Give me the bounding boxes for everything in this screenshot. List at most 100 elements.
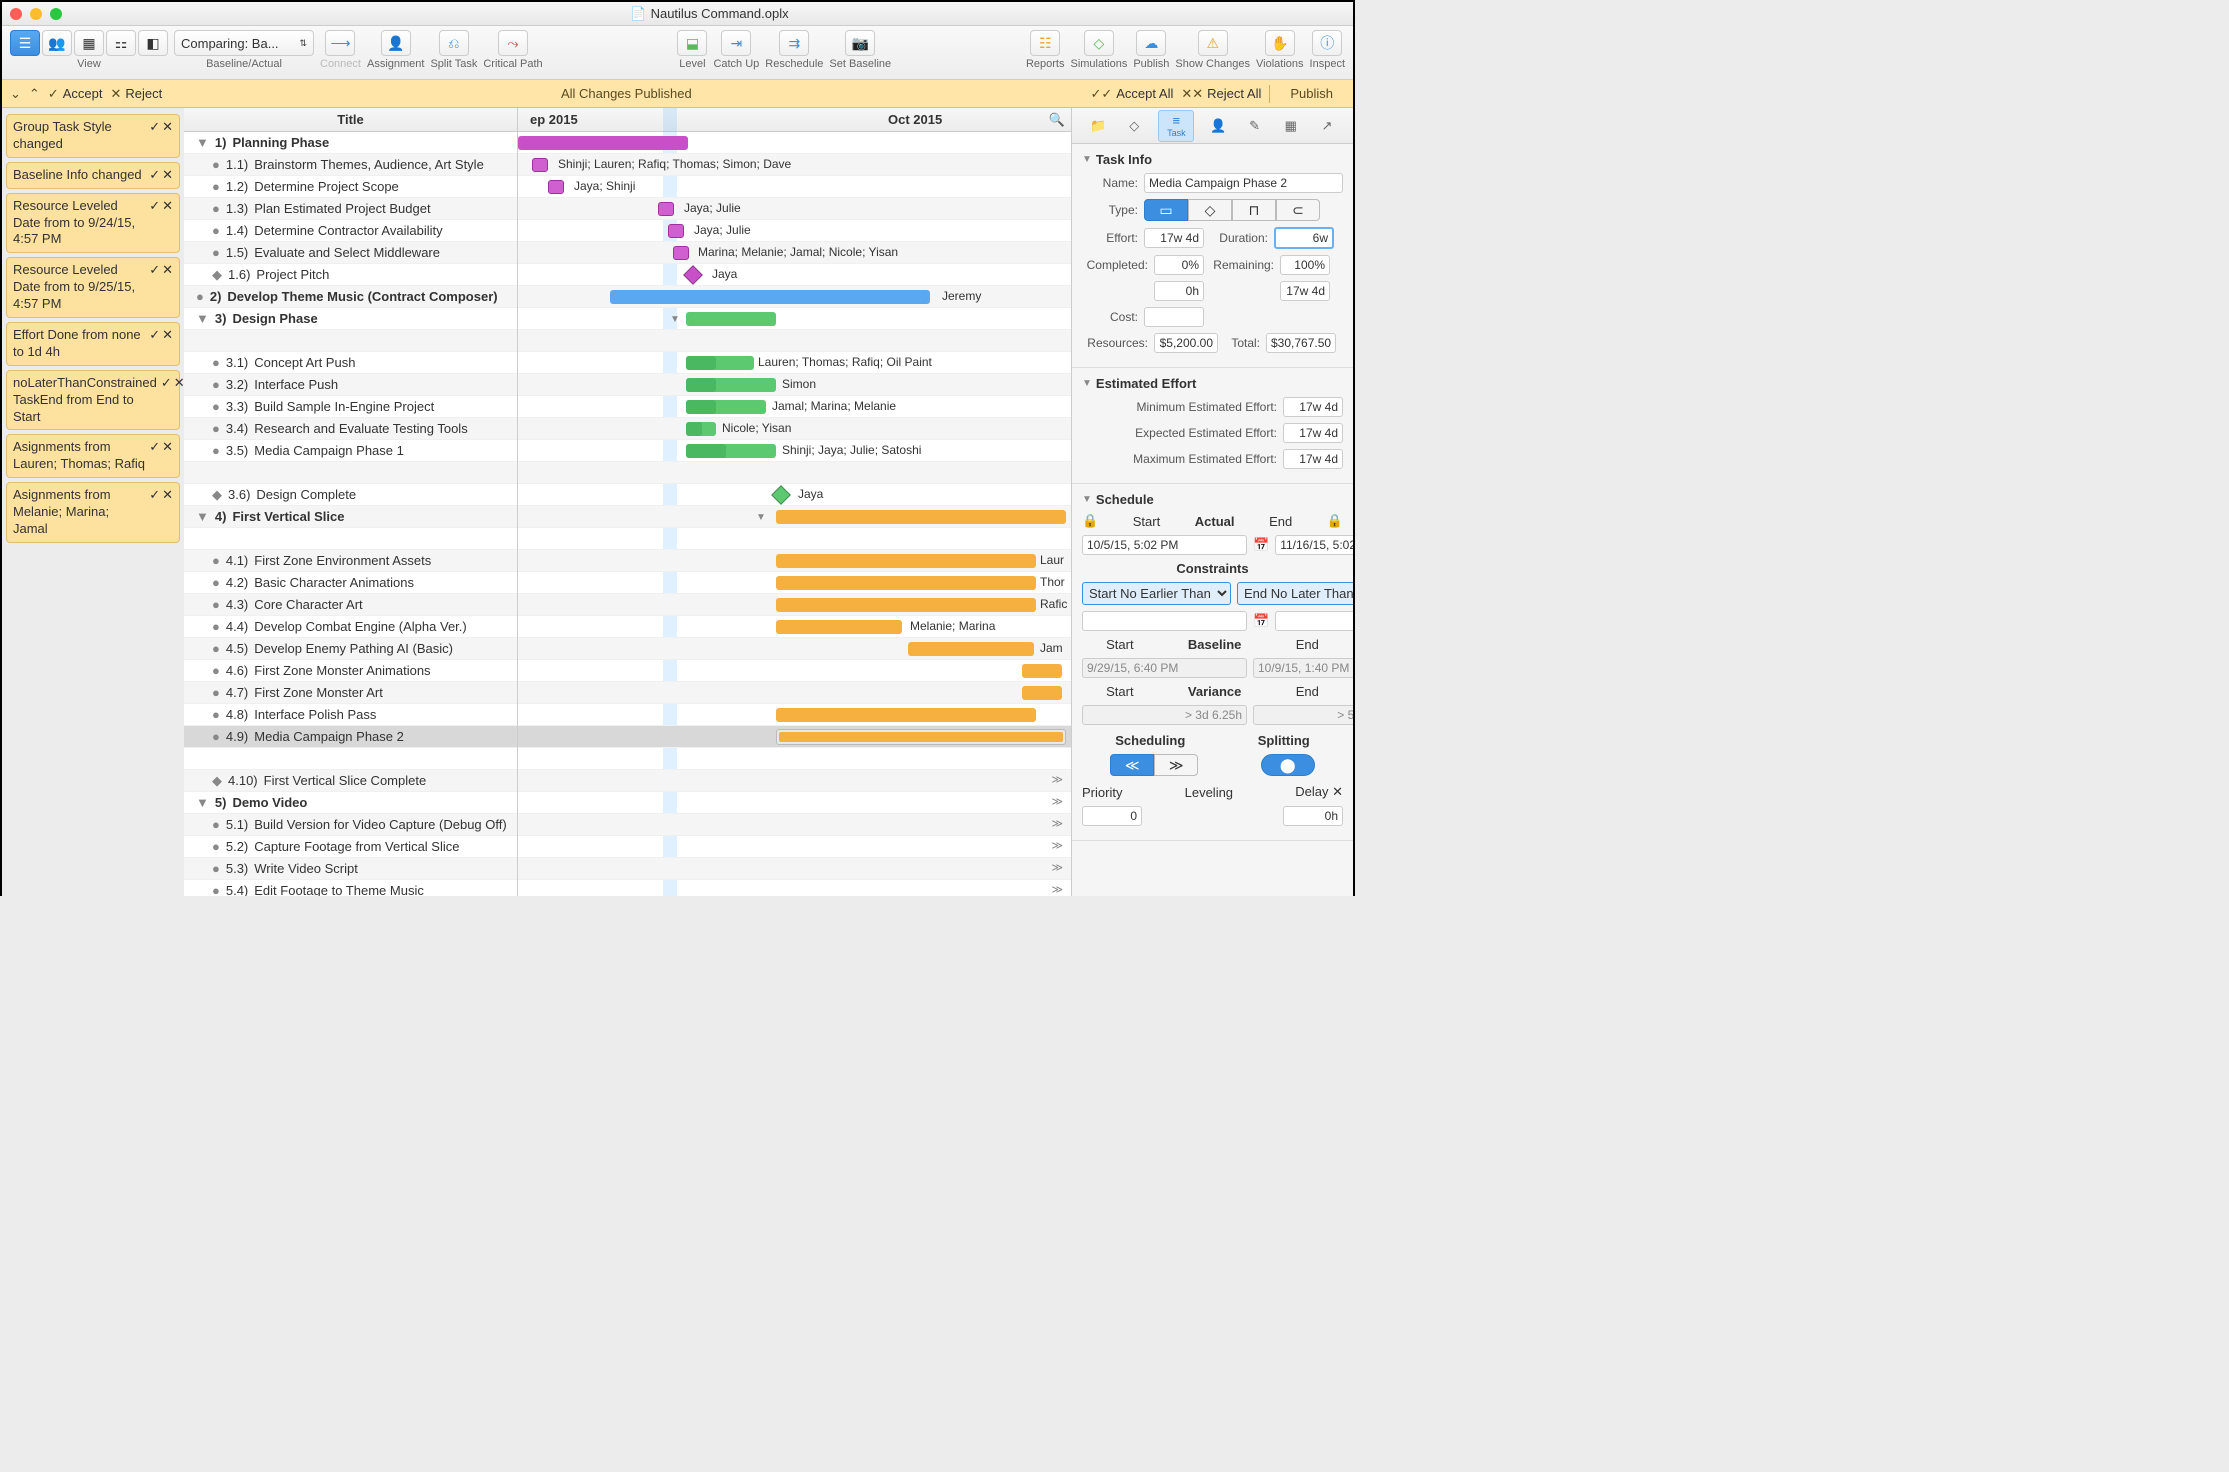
cost-field[interactable] [1144, 307, 1204, 327]
outline-row[interactable]: ●4.6)First Zone Monster Animations [184, 660, 517, 682]
outline-row[interactable]: ●4.7)First Zone Monster Art [184, 682, 517, 704]
catch-up-button[interactable]: ⇥ [721, 30, 751, 56]
change-card[interactable]: Asignments from Lauren; Thomas; Rafiq✓✕ [6, 434, 180, 478]
max-effort-field[interactable] [1283, 449, 1343, 469]
outline-row[interactable]: ●5.3)Write Video Script [184, 858, 517, 880]
inspect-button[interactable]: ⓘ [1312, 30, 1342, 56]
dur-total-field[interactable] [1280, 281, 1330, 301]
view-gantt-button[interactable]: ☰ [10, 30, 40, 56]
change-card[interactable]: noLaterThanConstrained TaskEnd from End … [6, 370, 180, 431]
gantt-row[interactable]: Jam [518, 638, 1071, 660]
view-styles-button[interactable]: ◧ [138, 30, 168, 56]
reject-icon[interactable]: ✕ [162, 119, 173, 135]
outline-row[interactable] [184, 528, 517, 550]
view-calendar-button[interactable]: ▦ [74, 30, 104, 56]
outline-row[interactable]: ◆1.6)Project Pitch [184, 264, 517, 286]
connect-button[interactable]: ⟶ [325, 30, 355, 56]
outline-row[interactable]: ●4.8)Interface Polish Pass [184, 704, 517, 726]
change-card[interactable]: Baseline Info changed✓✕ [6, 162, 180, 189]
reject-icon[interactable]: ✕ [162, 167, 173, 183]
gantt-row[interactable]: ≫ [518, 880, 1071, 896]
outline-row[interactable]: ●4.9)Media Campaign Phase 2 [184, 726, 517, 748]
gantt-chart[interactable]: ep 2015 Oct 2015 🔍 Shinji; Lauren; Rafiq… [518, 108, 1071, 896]
actual-end-field[interactable] [1275, 535, 1353, 555]
up-arrow-icon[interactable]: ⌃ [29, 86, 40, 102]
gantt-row[interactable]: ≫ [518, 836, 1071, 858]
gantt-row[interactable]: Rafic [518, 594, 1071, 616]
calendar-icon[interactable]: 📅 [1253, 537, 1269, 553]
gantt-row[interactable] [518, 748, 1071, 770]
gantt-row[interactable]: Nicole; Yisan [518, 418, 1071, 440]
reject-button[interactable]: ✕ Reject [110, 86, 162, 102]
reject-icon[interactable]: ✕ [162, 327, 173, 343]
gantt-row[interactable]: Lauren; Thomas; Rafiq; Oil Paint [518, 352, 1071, 374]
constraint-start-date[interactable] [1082, 611, 1247, 631]
name-field[interactable] [1144, 173, 1343, 193]
gantt-row[interactable]: Thor [518, 572, 1071, 594]
gantt-row[interactable] [518, 682, 1071, 704]
view-resources-button[interactable]: 👥 [42, 30, 72, 56]
show-changes-button[interactable]: ⚠ [1198, 30, 1228, 56]
publish-link[interactable]: Publish [1278, 86, 1345, 101]
gantt-row[interactable]: Jaya [518, 484, 1071, 506]
minimize-dot[interactable] [30, 8, 42, 20]
accept-all-button[interactable]: ✓✓ Accept All [1090, 86, 1173, 102]
reject-icon[interactable]: ✕ [174, 375, 184, 391]
est-effort-header[interactable]: Estimated Effort [1096, 376, 1196, 391]
type-segment[interactable]: ▭◇⊓⊂ [1144, 199, 1320, 221]
min-effort-field[interactable] [1283, 397, 1343, 417]
outline-row[interactable] [184, 462, 517, 484]
inspector-tab-styles[interactable]: ✎ [1243, 114, 1267, 138]
level-button[interactable]: ⬓ [677, 30, 707, 56]
scheduling-segment[interactable]: ≪≫ [1110, 754, 1198, 776]
gantt-row[interactable]: Jaya; Julie [518, 220, 1071, 242]
outline-row[interactable]: ◆3.6)Design Complete [184, 484, 517, 506]
gantt-row[interactable]: Jaya [518, 264, 1071, 286]
down-arrow-icon[interactable]: ⌄ [10, 86, 21, 102]
gantt-row[interactable]: Jaya; Julie [518, 198, 1071, 220]
clear-delay-icon[interactable]: ✕ [1332, 784, 1343, 799]
outline-row[interactable]: ●3.1)Concept Art Push [184, 352, 517, 374]
change-card[interactable]: Resource Leveled Date from to 9/24/15, 4… [6, 193, 180, 254]
reject-icon[interactable]: ✕ [162, 439, 173, 455]
outline-row[interactable]: ●2)Develop Theme Music (Contract Compose… [184, 286, 517, 308]
split-task-button[interactable]: ⎌ [439, 30, 469, 56]
completed-field[interactable] [1154, 255, 1204, 275]
accept-icon[interactable]: ✓ [161, 375, 172, 391]
assignment-button[interactable]: 👤 [381, 30, 411, 56]
outline-row[interactable]: ●5.2)Capture Footage from Vertical Slice [184, 836, 517, 858]
accept-icon[interactable]: ✓ [149, 327, 160, 343]
accept-icon[interactable]: ✓ [149, 167, 160, 183]
outline-row[interactable]: ●4.3)Core Character Art [184, 594, 517, 616]
task-info-header[interactable]: Task Info [1096, 152, 1152, 167]
outline-row[interactable]: ●4.1)First Zone Environment Assets [184, 550, 517, 572]
outline-row[interactable] [184, 330, 517, 352]
outline-row[interactable]: ●3.5)Media Campaign Phase 1 [184, 440, 517, 462]
change-card[interactable]: Resource Leveled Date from to 9/25/15, 4… [6, 257, 180, 318]
gantt-row[interactable]: Shinji; Jaya; Julie; Satoshi [518, 440, 1071, 462]
reject-all-button[interactable]: ✕✕ Reject All [1181, 86, 1261, 102]
outline-row[interactable]: ●4.5)Develop Enemy Pathing AI (Basic) [184, 638, 517, 660]
inspector-tab-folder[interactable]: 📁 [1086, 114, 1110, 138]
gantt-row[interactable]: ≫ [518, 792, 1071, 814]
inspector-tab-resource[interactable]: 👤 [1206, 114, 1230, 138]
gantt-row[interactable]: ▼ [518, 308, 1071, 330]
reports-button[interactable]: ☷ [1030, 30, 1060, 56]
outline-row[interactable]: ●3.4)Research and Evaluate Testing Tools [184, 418, 517, 440]
schedule-header[interactable]: Schedule [1096, 492, 1154, 507]
close-dot[interactable] [10, 8, 22, 20]
accept-icon[interactable]: ✓ [149, 262, 160, 278]
outline-row[interactable] [184, 748, 517, 770]
view-network-button[interactable]: ⚏ [106, 30, 136, 56]
exp-effort-field[interactable] [1283, 423, 1343, 443]
outline-row[interactable]: ▼3)Design Phase [184, 308, 517, 330]
gantt-row[interactable] [518, 660, 1071, 682]
gantt-row[interactable]: ≫ [518, 814, 1071, 836]
outline-row[interactable]: ●1.4)Determine Contractor Availability [184, 220, 517, 242]
reschedule-button[interactable]: ⇉ [779, 30, 809, 56]
remaining-field[interactable] [1280, 255, 1330, 275]
inspector-tab-task[interactable]: ≡Task [1158, 110, 1194, 142]
inspector-tab-milestone[interactable]: ◇ [1122, 114, 1146, 138]
outline-row[interactable]: ●3.3)Build Sample In-Engine Project [184, 396, 517, 418]
gantt-row[interactable]: Laur [518, 550, 1071, 572]
